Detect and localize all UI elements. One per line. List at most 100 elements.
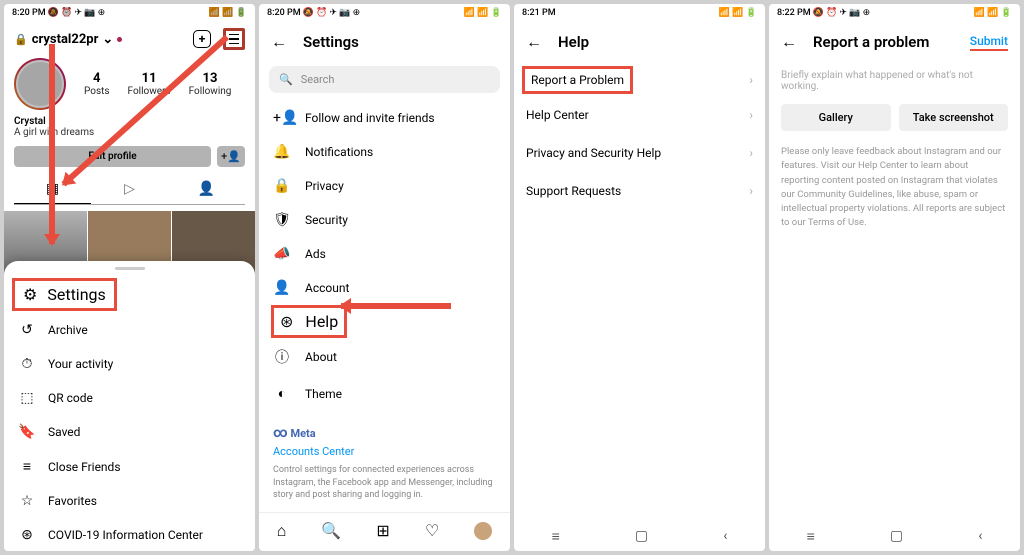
recents-button[interactable]: ≡ [552, 528, 560, 545]
list-icon: ≡ [18, 458, 36, 475]
notification-dot [117, 37, 122, 42]
phone-profile: 8:20 PM🔕 ⏰ ✈ 📷 ⊕ 📶 📶 🔋 🔒 crystal22pr ⌄ + [4, 4, 255, 551]
settings-security[interactable]: 🛡Security [265, 203, 504, 237]
help-icon: ⊛ [280, 312, 293, 331]
back-button[interactable]: ‹ [723, 528, 727, 545]
edit-profile-button[interactable]: Edit profile [14, 146, 211, 167]
status-time: 8:21 PM [522, 8, 556, 18]
accounts-center-link[interactable]: Accounts Center [273, 445, 496, 458]
page-title: Report a problem [813, 33, 929, 51]
status-icons: 🔕 ⏰ ✈ 📷 ⊕ [813, 8, 871, 18]
menu-sheet: ⚙ Settings ↺Archive ⏱Your activity ⬚QR c… [4, 261, 255, 551]
status-time: 8:20 PM [267, 8, 301, 18]
profile-avatar[interactable] [14, 58, 66, 110]
phone-settings: 8:20 PM🔕 ⏰ ✈ 📷 ⊕ 📶 📶 🔋 ← Settings 🔍 Sear… [259, 4, 510, 551]
chevron-right-icon: › [749, 184, 753, 198]
menu-qr[interactable]: ⬚QR code [4, 381, 255, 415]
bookmark-icon: 🔖 [18, 424, 36, 440]
search-icon[interactable]: 🔍 [321, 521, 341, 540]
chevron-right-icon: › [749, 146, 753, 160]
following-stat[interactable]: 13Following [189, 71, 232, 97]
activity-icon[interactable]: ♡ [425, 521, 439, 540]
status-time: 8:22 PM [777, 8, 811, 18]
back-button[interactable]: ← [271, 32, 287, 52]
drag-handle[interactable] [115, 267, 145, 270]
status-bar: 8:20 PM🔕 ⏰ ✈ 📷 ⊕ 📶 📶 🔋 [259, 4, 510, 22]
tagged-tab[interactable]: 👤 [168, 175, 245, 204]
gallery-button[interactable]: Gallery [781, 104, 891, 131]
status-bar: 8:22 PM🔕 ⏰ ✈ 📷 ⊕ 📶 📶 🔋 [769, 4, 1020, 22]
qr-icon: ⬚ [18, 390, 36, 406]
submit-button[interactable]: Submit [970, 34, 1008, 51]
home-icon[interactable]: ⌂ [277, 521, 287, 541]
help-center[interactable]: Help Center› [514, 96, 765, 134]
search-placeholder: Search [301, 73, 335, 86]
menu-close-friends[interactable]: ≡Close Friends [4, 449, 255, 484]
covid-icon: ⊛ [18, 527, 36, 543]
star-icon: ☆ [18, 493, 36, 509]
android-nav: ≡ ▢ ‹ [514, 522, 765, 551]
status-time: 8:20 PM [12, 8, 46, 18]
menu-favorites[interactable]: ☆Favorites [4, 484, 255, 518]
back-button[interactable]: ← [781, 32, 797, 52]
meta-desc: Control settings for connected experienc… [273, 464, 496, 502]
android-nav: ≡ ▢ ‹ [259, 549, 510, 551]
annotation-arrow [341, 303, 451, 309]
back-button[interactable]: ‹ [978, 528, 982, 545]
settings-privacy[interactable]: 🔒Privacy [265, 169, 504, 203]
page-title: Help [558, 33, 589, 51]
reels-tab[interactable]: ▷ [91, 175, 168, 204]
megaphone-icon: 📣 [273, 246, 291, 262]
settings-theme[interactable]: ◐Theme [265, 376, 504, 411]
menu-archive[interactable]: ↺Archive [4, 313, 255, 347]
username-text: crystal22pr [32, 32, 99, 47]
annotation-arrow [49, 44, 55, 244]
new-post-button[interactable]: + [193, 30, 211, 48]
settings-label: Settings [47, 285, 105, 304]
settings-account[interactable]: 👤Account [265, 271, 504, 305]
menu-settings[interactable]: ⚙ Settings [12, 278, 117, 311]
lock-icon: 🔒 [273, 178, 291, 194]
report-placeholder[interactable]: Briefly explain what happened or what's … [769, 62, 1020, 100]
menu-activity[interactable]: ⏱Your activity [4, 347, 255, 381]
settings-follow[interactable]: +👤Follow and invite friends [265, 101, 504, 135]
status-icons: 🔕 ⏰ ✈ 📷 ⊕ [48, 8, 106, 18]
settings-about[interactable]: ⓘAbout [265, 338, 504, 376]
back-button[interactable]: ← [526, 32, 542, 52]
recents-button[interactable]: ≡ [807, 528, 815, 545]
posts-stat[interactable]: 4Posts [84, 71, 110, 97]
phone-help: 8:21 PM 📶 📶 🔋 ← Help Report a Problem › … [514, 4, 765, 551]
account-icon: 👤 [273, 280, 291, 296]
home-button[interactable]: ▢ [635, 528, 648, 545]
help-support-requests[interactable]: Support Requests› [514, 172, 765, 210]
lock-icon: 🔒 [14, 33, 28, 46]
add-friend-button[interactable]: +👤 [217, 146, 245, 167]
archive-icon: ↺ [18, 322, 36, 338]
menu-saved[interactable]: 🔖Saved [4, 415, 255, 449]
chevron-right-icon: › [749, 108, 753, 122]
gear-icon: ⚙ [23, 285, 37, 304]
page-title: Settings [303, 33, 359, 51]
search-icon: 🔍 [279, 73, 293, 86]
home-button[interactable]: ▢ [890, 528, 903, 545]
search-input[interactable]: 🔍 Search [269, 66, 500, 93]
settings-notifications[interactable]: 🔔Notifications [265, 135, 504, 169]
theme-icon: ◐ [273, 385, 291, 402]
meta-logo: ∞ Meta [273, 425, 496, 441]
profile-nav-avatar[interactable] [474, 522, 492, 540]
chevron-right-icon: › [749, 73, 753, 87]
shield-icon: 🛡 [273, 212, 291, 228]
menu-covid[interactable]: ⊛COVID-19 Information Center [4, 518, 255, 551]
settings-ads[interactable]: 📣Ads [265, 237, 504, 271]
screenshot-button[interactable]: Take screenshot [899, 104, 1009, 131]
status-icons: 🔕 ⏰ ✈ 📷 ⊕ [303, 8, 361, 18]
phone-report: 8:22 PM🔕 ⏰ ✈ 📷 ⊕ 📶 📶 🔋 ← Report a proble… [769, 4, 1020, 551]
username-switcher[interactable]: 🔒 crystal22pr ⌄ [14, 32, 122, 47]
person-plus-icon: +👤 [273, 110, 291, 126]
help-report-problem[interactable]: Report a Problem [522, 66, 633, 94]
android-nav: ≡ ▢ ‹ [769, 522, 1020, 551]
bell-icon: 🔔 [273, 144, 291, 160]
new-post-icon[interactable]: ⊞ [376, 521, 389, 540]
help-privacy-security[interactable]: Privacy and Security Help› [514, 134, 765, 172]
status-bar: 8:21 PM 📶 📶 🔋 [514, 4, 765, 22]
